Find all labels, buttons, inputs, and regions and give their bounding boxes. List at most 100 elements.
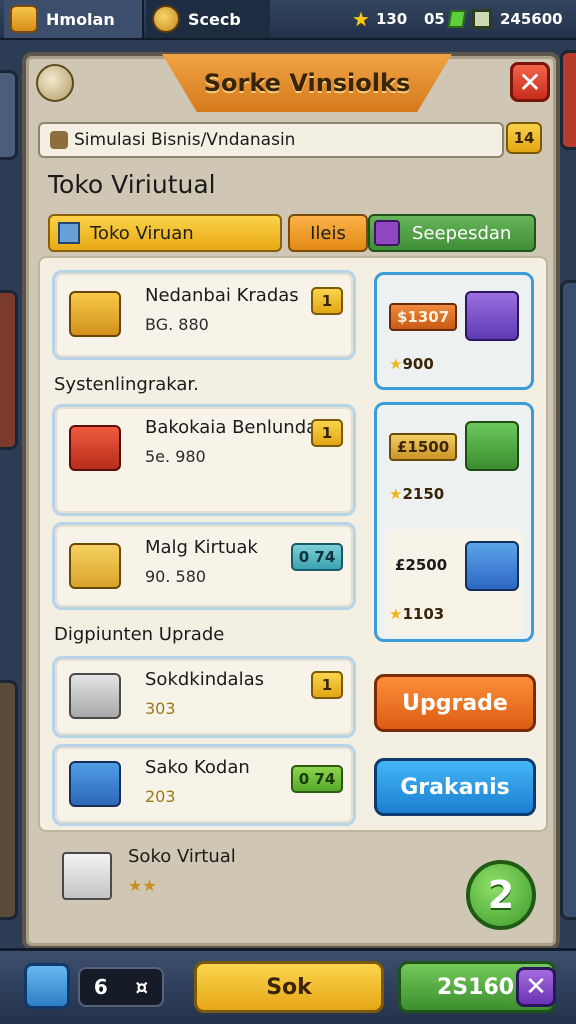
footer-item-name: Soko Virtual bbox=[128, 846, 236, 867]
star-icon: ★ bbox=[389, 355, 403, 373]
offer-price: £1500 bbox=[389, 433, 458, 461]
background-building bbox=[560, 50, 576, 150]
tab-items[interactable]: Ileis bbox=[288, 214, 368, 252]
offer-stars-value: 1103 bbox=[402, 605, 445, 623]
yellow-crate-icon bbox=[69, 543, 121, 589]
coins-value: 245600 bbox=[500, 10, 563, 28]
offer-stars: ★1103 bbox=[389, 605, 444, 623]
purple-box-icon bbox=[374, 220, 400, 246]
top-bar: Hmolan Scecb ★ 130 05 245600 bbox=[0, 0, 576, 40]
star-icon: ★ bbox=[389, 605, 403, 623]
item-price: BG. 880 bbox=[145, 315, 209, 334]
search-icon bbox=[50, 131, 68, 149]
page-title: Toko Viriutual bbox=[48, 170, 216, 199]
gem-icon bbox=[447, 10, 467, 28]
item-name: Nedanbai Kradas bbox=[145, 285, 299, 306]
purple-machine-icon bbox=[465, 291, 519, 341]
item-value-button[interactable]: 0 74 bbox=[291, 543, 343, 571]
close-button[interactable]: ✕ bbox=[510, 62, 550, 102]
stars-counter: ★ 130 bbox=[352, 7, 408, 31]
offer-stars-value: 900 bbox=[402, 355, 434, 373]
star-icon: ★ bbox=[352, 7, 370, 31]
home-tab[interactable]: Hmolan bbox=[4, 0, 144, 38]
level-button[interactable]: 2 bbox=[466, 860, 536, 930]
item-name: Sokdkindalas bbox=[145, 669, 264, 690]
tab-label: Seepesdan bbox=[412, 222, 512, 244]
cart-icon bbox=[69, 673, 121, 719]
offer-item: $1307 ★900 bbox=[385, 279, 523, 385]
gems-value: 05 bbox=[424, 10, 445, 28]
offer-price: $1307 bbox=[389, 303, 458, 331]
tab-storage[interactable]: Seepesdan bbox=[368, 214, 536, 252]
background-building bbox=[0, 70, 18, 160]
section-label: Systenlingrakar. bbox=[54, 374, 199, 395]
offer-item: £1500 ★2150 bbox=[385, 409, 523, 515]
info-button[interactable]: Grakanis bbox=[374, 758, 536, 816]
search-value: Simulasi Bisnis/Vndanasin bbox=[74, 130, 296, 150]
shop-dialog: Sorke Vinsiolks ✕ Simulasi Bisnis/Vndana… bbox=[22, 52, 560, 950]
blue-box-icon bbox=[69, 761, 121, 807]
dialog-title: Sorke Vinsiolks bbox=[203, 69, 411, 97]
list-item[interactable]: Sako Kodan 203 0 74 bbox=[52, 744, 356, 826]
list-item[interactable]: Bakokaia Benlunda 5e. 980 1 bbox=[52, 404, 356, 516]
item-name: Sako Kodan bbox=[145, 757, 250, 778]
footer-item-stars: ★★ bbox=[128, 876, 157, 895]
coins-counter: 245600 bbox=[472, 8, 563, 30]
background-building bbox=[0, 680, 18, 920]
star-icon: ★ bbox=[389, 485, 403, 503]
side-offer[interactable]: $1307 ★900 bbox=[374, 272, 534, 390]
red-crate-icon bbox=[69, 425, 121, 471]
emblem-icon bbox=[36, 64, 74, 102]
item-value-button[interactable]: 0 74 bbox=[291, 765, 343, 793]
white-cube-icon bbox=[62, 852, 112, 900]
item-name: Bakokaia Benlunda bbox=[145, 417, 318, 438]
footer-item[interactable]: Soko Virtual ★★ bbox=[56, 846, 456, 916]
gold-crate-icon bbox=[69, 291, 121, 337]
item-price: 203 bbox=[145, 787, 176, 806]
item-price: 303 bbox=[145, 699, 176, 718]
item-name: Malg Kirtuak bbox=[145, 537, 258, 558]
bottom-bar: 6 ¤ Sok 2S160 ✕ bbox=[0, 948, 576, 1024]
tab-label: Ileis bbox=[310, 222, 346, 244]
inventory-button[interactable] bbox=[24, 963, 70, 1009]
section-label: Digpiunten Uprade bbox=[54, 624, 225, 645]
list-item[interactable]: Sokdkindalas 303 1 bbox=[52, 656, 356, 738]
cancel-button[interactable]: ✕ bbox=[516, 967, 556, 1007]
shop-icon bbox=[10, 5, 38, 33]
side-offer[interactable]: £1500 ★2150 £2500 ★1103 bbox=[374, 402, 534, 642]
tab-toko-virtual[interactable]: Toko Viruan bbox=[48, 214, 282, 252]
offer-stars-value: 2150 bbox=[402, 485, 445, 503]
tab-label: Toko Viruan bbox=[90, 222, 194, 244]
globe-icon bbox=[152, 5, 180, 33]
background-building bbox=[0, 290, 18, 450]
quantity-display: 6 ¤ bbox=[78, 967, 164, 1007]
item-list: Nedanbai Kradas BG. 880 1 Systenlingraka… bbox=[38, 256, 548, 832]
blue-toybox-icon bbox=[465, 541, 519, 591]
search-tab-label: Scecb bbox=[188, 9, 241, 29]
cube-icon bbox=[58, 222, 80, 244]
shop-button[interactable]: Sok bbox=[194, 961, 384, 1013]
count-badge[interactable]: 14 bbox=[506, 122, 542, 154]
quantity-value: 6 bbox=[93, 975, 108, 999]
home-tab-label: Hmolan bbox=[46, 9, 115, 29]
item-count-button[interactable]: 1 bbox=[311, 287, 343, 315]
list-item[interactable]: Nedanbai Kradas BG. 880 1 bbox=[52, 270, 356, 360]
gems-counter: 05 bbox=[424, 8, 467, 30]
search-tab[interactable]: Scecb bbox=[146, 0, 270, 38]
green-bin-icon bbox=[465, 421, 519, 471]
offer-price: £2500 bbox=[395, 556, 448, 574]
offer-stars: ★900 bbox=[389, 355, 434, 373]
item-count-button[interactable]: 1 bbox=[311, 419, 343, 447]
crate-icon bbox=[472, 9, 492, 29]
stars-value: 130 bbox=[375, 10, 408, 28]
quantity-unit: ¤ bbox=[135, 975, 149, 999]
search-field[interactable]: Simulasi Bisnis/Vndanasin bbox=[38, 122, 504, 158]
offer-item: £2500 ★1103 bbox=[385, 529, 523, 635]
upgrade-button[interactable]: Upgrade bbox=[374, 674, 536, 732]
background-building bbox=[560, 280, 576, 920]
item-price: 5e. 980 bbox=[145, 447, 206, 466]
item-count-button[interactable]: 1 bbox=[311, 671, 343, 699]
offer-stars: ★2150 bbox=[389, 485, 444, 503]
dialog-title-banner: Sorke Vinsiolks bbox=[162, 54, 452, 112]
list-item[interactable]: Malg Kirtuak 90. 580 0 74 bbox=[52, 522, 356, 610]
